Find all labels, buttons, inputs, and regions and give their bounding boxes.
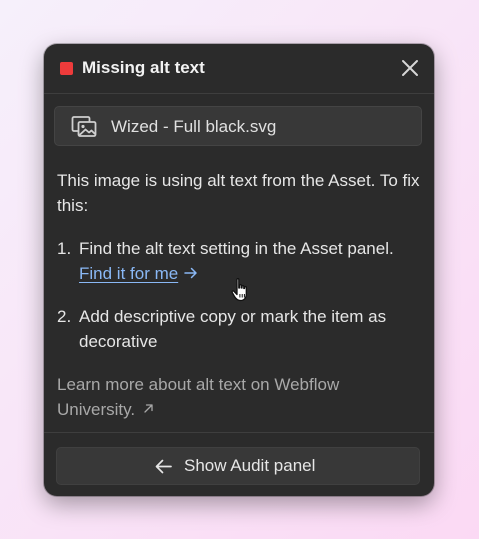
missing-alt-text-panel: Missing alt text Wized - Full black.svg … xyxy=(44,44,434,496)
asset-name: Wized - Full black.svg xyxy=(111,117,277,136)
panel-title: Missing alt text xyxy=(82,58,205,77)
asset-row[interactable]: Wized - Full black.svg xyxy=(54,106,422,146)
step-1-text: Find the alt text setting in the Asset p… xyxy=(79,239,394,258)
error-status-indicator xyxy=(60,62,73,75)
learn-more-text: Learn more about alt text on Webflow Uni… xyxy=(57,375,340,419)
step-number: 2. xyxy=(57,307,72,326)
show-audit-panel-label: Show Audit panel xyxy=(184,456,316,475)
show-audit-panel-button[interactable]: Show Audit panel xyxy=(56,447,420,485)
close-icon xyxy=(402,60,418,76)
close-button[interactable] xyxy=(398,56,422,80)
find-it-link-label: Find it for me xyxy=(79,264,179,283)
external-link-icon xyxy=(144,404,153,413)
panel-header: Missing alt text xyxy=(44,44,434,94)
image-icon xyxy=(71,116,97,137)
find-it-for-me-link[interactable]: Find it for me xyxy=(79,264,178,283)
arrow-right-icon xyxy=(184,267,197,279)
arrow-left-icon xyxy=(155,459,172,474)
panel-footer: Show Audit panel xyxy=(44,432,434,496)
step-2-text: Add descriptive copy or mark the item as… xyxy=(79,307,387,351)
step-number: 1. xyxy=(57,239,72,258)
learn-more-link[interactable]: Learn more about alt text on Webflow Uni… xyxy=(57,372,417,422)
hand-pointer-cursor-icon xyxy=(231,278,247,302)
intro-text: This image is using alt text from the As… xyxy=(57,171,420,215)
